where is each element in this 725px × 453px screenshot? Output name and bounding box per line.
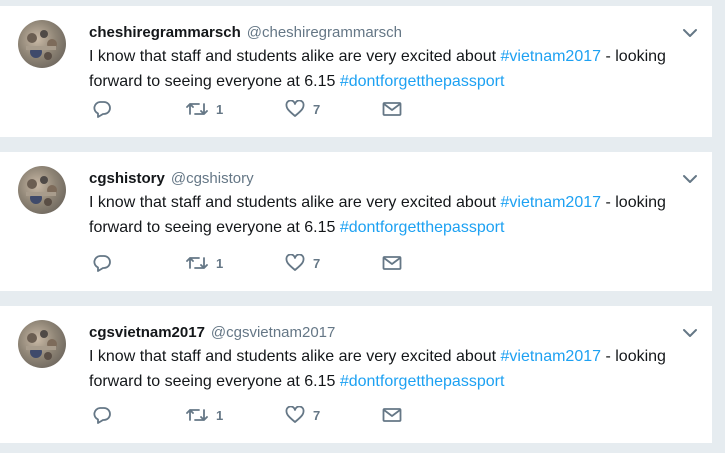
retweet-count: 1 <box>216 101 224 117</box>
heart-icon <box>285 100 305 117</box>
tweet-text-part: I know that staff and students alike are… <box>89 194 501 211</box>
reply-button[interactable] <box>92 254 186 272</box>
tweet-header: cgshistory @cgshistory <box>89 170 254 187</box>
chevron-down-icon[interactable] <box>682 172 698 184</box>
user-handle[interactable]: @cgsvietnam2017 <box>211 324 335 341</box>
tweet-card[interactable]: cgshistory @cgshistory I know that staff … <box>0 152 712 292</box>
retweet-icon <box>186 409 208 421</box>
user-handle[interactable]: @cgshistory <box>171 170 254 187</box>
retweet-icon <box>186 103 208 115</box>
display-name[interactable]: cheshiregrammarsch <box>89 24 241 41</box>
avatar[interactable] <box>18 320 66 368</box>
avatar[interactable] <box>18 166 66 214</box>
chevron-down-icon[interactable] <box>682 26 698 38</box>
hashtag-link[interactable]: #vietnam2017 <box>501 48 602 65</box>
retweet-button[interactable]: 1 <box>186 100 285 118</box>
retweet-button[interactable]: 1 <box>186 254 285 272</box>
chevron-down-icon[interactable] <box>682 326 698 338</box>
reply-icon <box>93 255 111 272</box>
tweet-text-part: I know that staff and students alike are… <box>89 348 501 365</box>
retweet-count: 1 <box>216 255 224 271</box>
like-button[interactable]: 7 <box>285 406 382 424</box>
direct-message-button[interactable] <box>382 101 402 117</box>
tweet-actions: 1 7 <box>92 253 402 273</box>
tweet-text: I know that staff and students alike are… <box>89 44 689 94</box>
like-button[interactable]: 7 <box>285 254 382 272</box>
reply-icon <box>93 407 111 424</box>
hashtag-link[interactable]: #vietnam2017 <box>501 194 602 211</box>
like-button[interactable]: 7 <box>285 100 382 118</box>
reply-icon <box>93 101 111 118</box>
user-handle[interactable]: @cheshiregrammarsch <box>247 24 402 41</box>
hashtag-link[interactable]: #vietnam2017 <box>501 348 602 365</box>
timeline: cheshiregrammarsch @cheshiregrammarsch I … <box>0 0 725 453</box>
tweet-actions: 1 7 <box>92 99 402 119</box>
envelope-icon <box>382 102 402 116</box>
like-count: 7 <box>313 101 321 117</box>
tweet-card[interactable]: cheshiregrammarsch @cheshiregrammarsch I … <box>0 6 712 138</box>
tweet-actions: 1 7 <box>92 405 402 425</box>
reply-button[interactable] <box>92 406 186 424</box>
display-name[interactable]: cgsvietnam2017 <box>89 324 205 341</box>
heart-icon <box>285 254 305 271</box>
direct-message-button[interactable] <box>382 407 402 423</box>
tweet-header: cheshiregrammarsch @cheshiregrammarsch <box>89 24 402 41</box>
envelope-icon <box>382 408 402 422</box>
like-count: 7 <box>313 407 321 423</box>
envelope-icon <box>382 256 402 270</box>
reply-button[interactable] <box>92 100 186 118</box>
retweet-button[interactable]: 1 <box>186 406 285 424</box>
heart-icon <box>285 406 305 423</box>
tweet-header: cgsvietnam2017 @cgsvietnam2017 <box>89 324 335 341</box>
hashtag-link[interactable]: #dontforgetthepassport <box>340 373 505 390</box>
tweet-text: I know that staff and students alike are… <box>89 190 689 240</box>
tweet-text: I know that staff and students alike are… <box>89 344 689 394</box>
retweet-icon <box>186 257 208 269</box>
direct-message-button[interactable] <box>382 255 402 271</box>
display-name[interactable]: cgshistory <box>89 170 165 187</box>
tweet-card[interactable]: cgsvietnam2017 @cgsvietnam2017 I know tha… <box>0 306 712 444</box>
hashtag-link[interactable]: #dontforgetthepassport <box>340 219 505 236</box>
avatar[interactable] <box>18 20 66 68</box>
like-count: 7 <box>313 255 321 271</box>
hashtag-link[interactable]: #dontforgetthepassport <box>340 73 505 90</box>
tweet-text-part: I know that staff and students alike are… <box>89 48 501 65</box>
retweet-count: 1 <box>216 407 224 423</box>
